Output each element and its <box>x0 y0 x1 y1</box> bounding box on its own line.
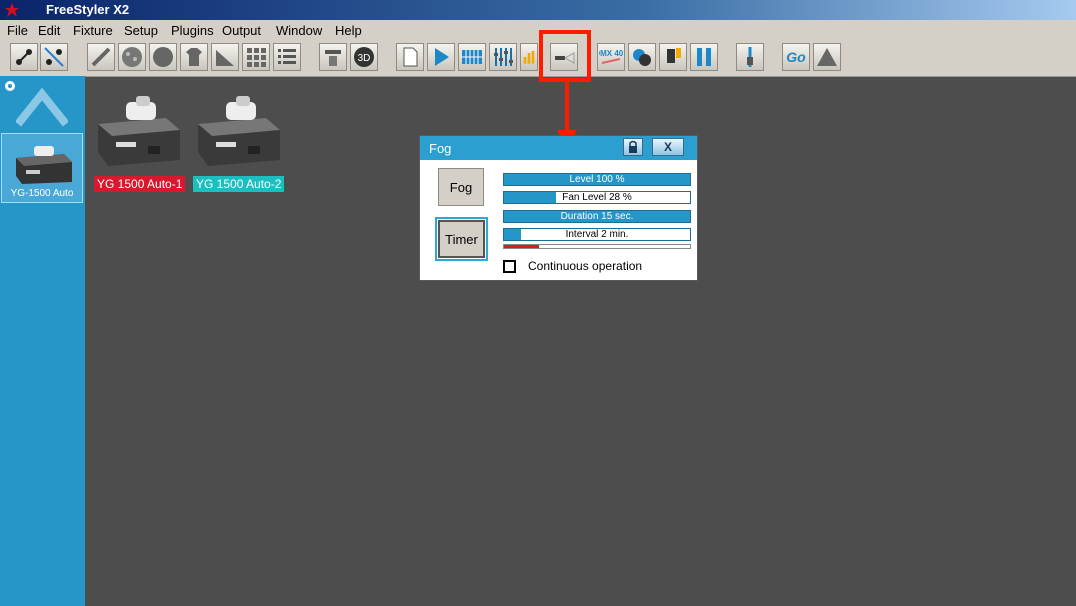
play-button[interactable] <box>427 43 455 71</box>
menu-plugins[interactable]: Plugins <box>171 23 214 38</box>
document-icon <box>403 47 418 67</box>
menu-file[interactable]: File <box>7 23 28 38</box>
fog-machine-thumbnail <box>16 146 72 184</box>
chevron-up-icon[interactable] <box>16 88 68 128</box>
level-bar[interactable]: Level 100 % <box>503 173 691 186</box>
level-button[interactable] <box>520 43 538 71</box>
fixture-sidebar: YG-1500 Auto <box>0 76 85 606</box>
color-wheel-button[interactable] <box>628 43 656 71</box>
gobo-button[interactable] <box>118 43 146 71</box>
continuous-operation-label: Continuous operation <box>528 259 643 273</box>
title-bar: FreeStyler X2 <box>0 0 1076 20</box>
3d-icon: 3D <box>354 47 374 67</box>
3d-text: 3D <box>358 53 371 64</box>
toolbar: 3D DMX 400 Go <box>0 40 1076 77</box>
fog-machine-fixture-icon <box>198 96 280 166</box>
gear-icon[interactable] <box>3 79 17 93</box>
window-title: FreeStyler X2 <box>46 2 130 17</box>
fader-button[interactable] <box>489 43 517 71</box>
grid-button[interactable] <box>242 43 270 71</box>
pen-icon <box>91 47 111 67</box>
3d-button[interactable]: 3D <box>350 43 378 71</box>
fixture-link-icon <box>16 49 32 65</box>
projector-icon <box>325 50 341 66</box>
fog-window-title: Fog <box>429 141 452 156</box>
ramp-button[interactable] <box>211 43 239 71</box>
fixture-unlink-button[interactable] <box>40 43 68 71</box>
close-button[interactable]: X <box>652 138 684 156</box>
menu-edit[interactable]: Edit <box>38 23 60 38</box>
timer-progress-fill <box>504 245 540 248</box>
fixture-1-label[interactable]: YG 1500 Auto-1 <box>94 176 186 192</box>
interval-bar[interactable]: Interval 2 min. <box>503 228 691 241</box>
fixture-2[interactable] <box>192 94 284 174</box>
menu-setup[interactable]: Setup <box>124 23 158 38</box>
continuous-operation-checkbox[interactable] <box>503 260 516 273</box>
fog-window: Fog X Fog Timer Level 100 % Fan Level 28… <box>419 135 698 281</box>
level-icon <box>523 51 535 64</box>
fixture-2-label[interactable]: YG 1500 Auto-2 <box>193 176 285 192</box>
go-text: Go <box>786 49 806 65</box>
pause-icon <box>697 48 711 66</box>
gobo-icon <box>122 47 142 67</box>
fan-level-bar[interactable]: Fan Level 28 % <box>503 191 691 204</box>
fan-level-bar-text: Fan Level 28 % <box>562 192 632 203</box>
timer-progress-bar <box>503 244 691 249</box>
fixture-unlink-icon <box>44 47 64 67</box>
fog-button[interactable]: Fog <box>438 168 484 206</box>
fog-window-header[interactable]: Fog X <box>420 136 697 160</box>
tshirt-button[interactable] <box>180 43 208 71</box>
slider-button[interactable] <box>736 43 764 71</box>
triangle-icon <box>817 48 837 66</box>
slider-icon <box>747 47 753 67</box>
interval-bar-text: Interval 2 min. <box>565 229 629 240</box>
list-button[interactable] <box>273 43 301 71</box>
go-button[interactable]: Go <box>782 43 810 71</box>
pause-button[interactable] <box>690 43 718 71</box>
color-wheel-icon <box>633 49 651 66</box>
fader-icon <box>494 48 513 66</box>
grid-icon <box>247 48 266 67</box>
moving-head-icon <box>667 48 681 63</box>
triangle-button[interactable] <box>813 43 841 71</box>
menu-output[interactable]: Output <box>222 23 261 38</box>
ramp-icon <box>216 50 234 66</box>
highlight-box <box>539 30 591 82</box>
fixture-type-label: YG-1500 Auto <box>10 188 74 199</box>
new-document-button[interactable] <box>396 43 424 71</box>
list-icon <box>278 49 296 64</box>
fog-machine-fixture-icon <box>98 96 180 166</box>
duration-bar-text: Duration 15 sec. <box>560 211 634 222</box>
gobo2-button[interactable] <box>149 43 177 71</box>
play-icon <box>435 48 449 66</box>
menu-fixture[interactable]: Fixture <box>73 23 113 38</box>
dmx-icon: DMX 400 <box>599 49 623 64</box>
app-logo-icon <box>5 3 19 17</box>
go-icon: Go <box>786 49 806 65</box>
gobo2-icon <box>153 47 173 67</box>
timer-button[interactable]: Timer <box>438 220 485 258</box>
dmx-text: DMX 400 <box>599 49 623 58</box>
dmx-button[interactable]: DMX 400 <box>597 43 625 71</box>
moving-head-button[interactable] <box>659 43 687 71</box>
fixture-link-button[interactable] <box>10 43 38 71</box>
pen-button[interactable] <box>87 43 115 71</box>
lock-button[interactable] <box>623 138 643 156</box>
sequence-grid-button[interactable] <box>458 43 486 71</box>
tshirt-icon <box>186 48 202 66</box>
menu-help[interactable]: Help <box>335 23 362 38</box>
menu-bar: File Edit Fixture Setup Plugins Output W… <box>0 20 1076 40</box>
sequence-grid-icon <box>462 50 482 64</box>
menu-window[interactable]: Window <box>276 23 322 38</box>
duration-bar[interactable]: Duration 15 sec. <box>503 210 691 223</box>
fixture-1[interactable] <box>92 94 184 174</box>
level-bar-text: Level 100 % <box>569 174 625 185</box>
lock-icon <box>629 140 637 153</box>
projector-button[interactable] <box>319 43 347 71</box>
fixture-type-card[interactable]: YG-1500 Auto <box>1 133 83 203</box>
